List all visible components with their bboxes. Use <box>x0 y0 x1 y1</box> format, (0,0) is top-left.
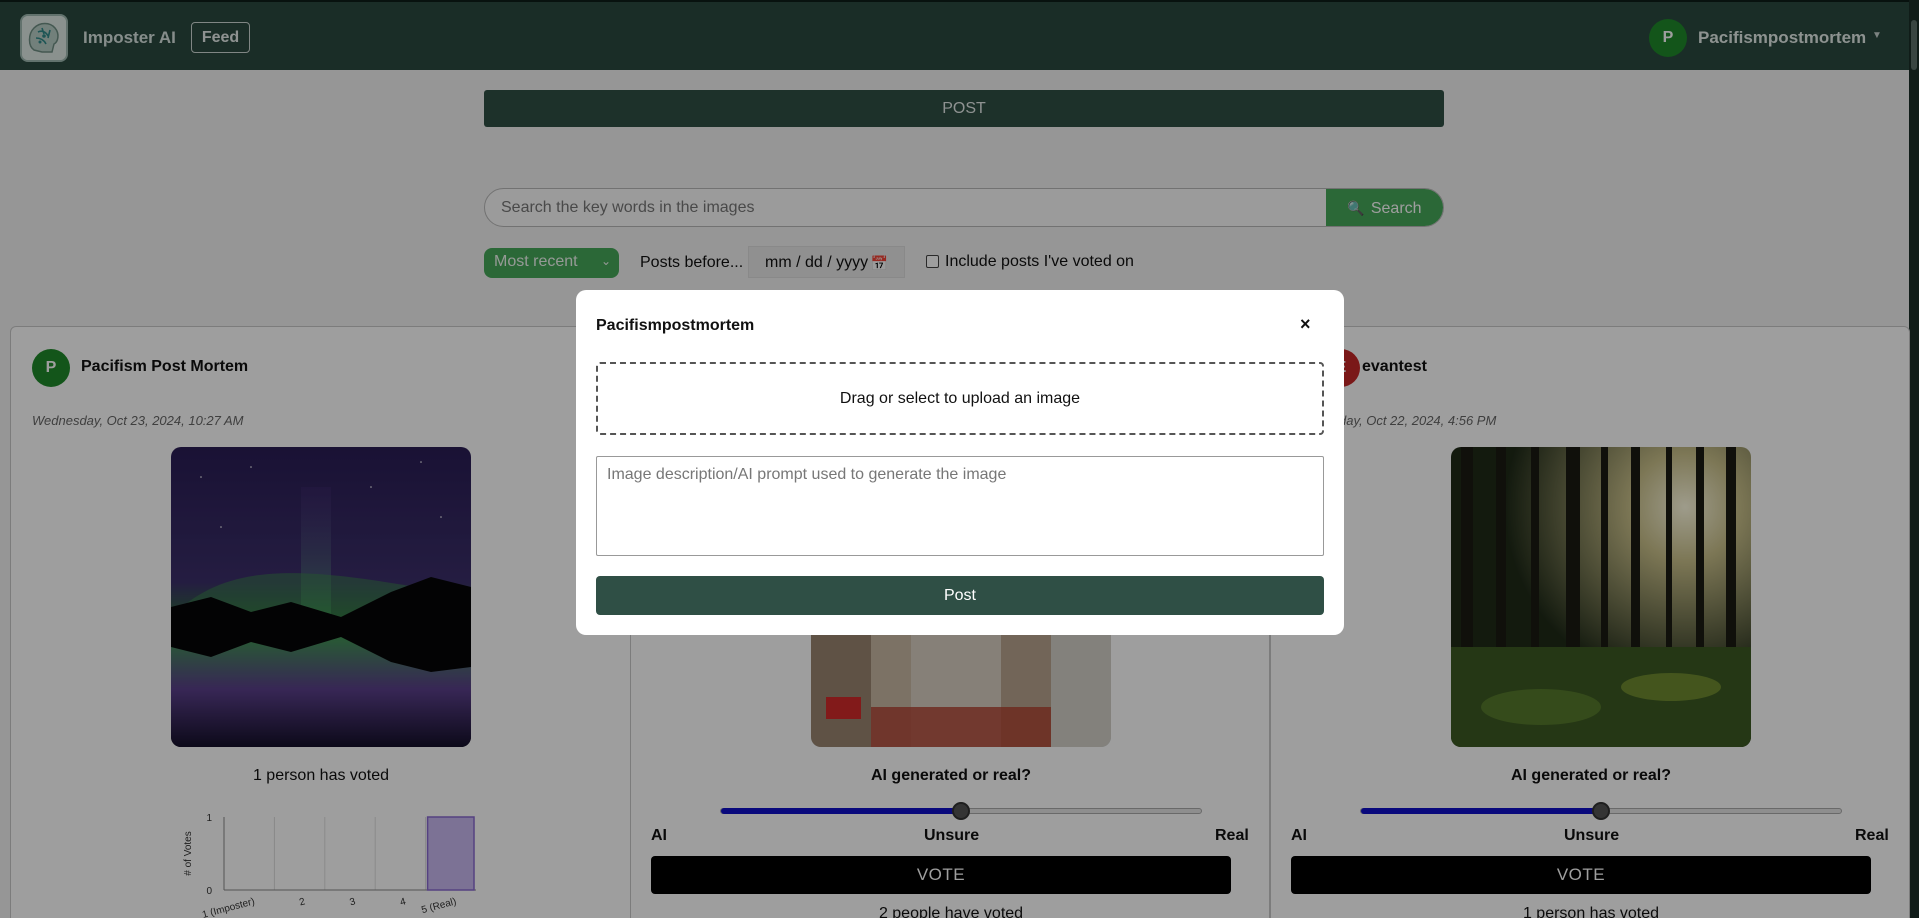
image-description-field[interactable]: Image description/AI prompt used to gene… <box>596 456 1324 556</box>
modal-title: Pacifismpostmortem <box>596 317 755 334</box>
image-upload-dropzone[interactable]: Drag or select to upload an image <box>596 362 1324 435</box>
create-post-modal: Pacifismpostmortem × Drag or select to u… <box>576 290 1344 635</box>
close-icon[interactable]: × <box>1300 314 1311 335</box>
submit-post-button[interactable]: Post <box>596 576 1324 615</box>
